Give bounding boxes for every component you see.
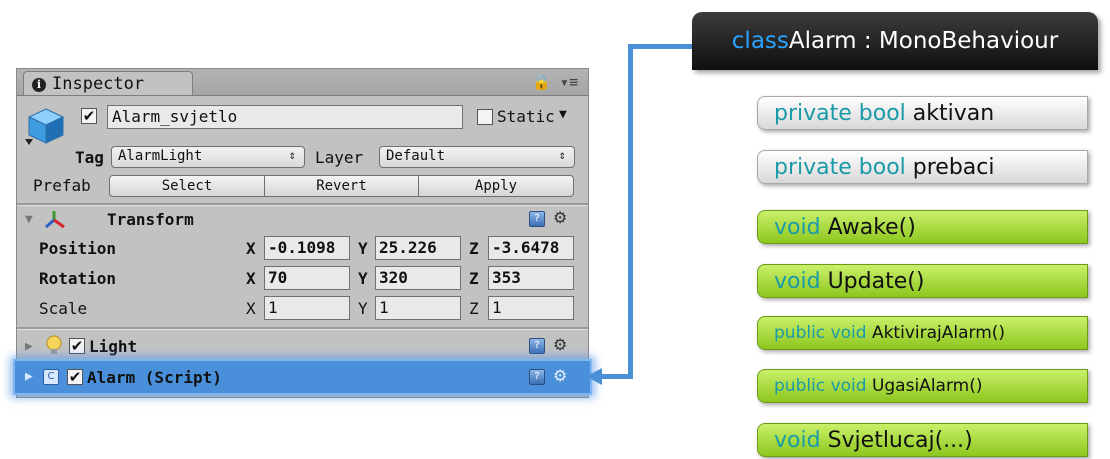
member-name: AktivirajAlarm(): [871, 323, 1006, 343]
gear-icon[interactable]: ⚙: [553, 335, 567, 354]
foldout-collapsed-icon[interactable]: ▶: [25, 369, 33, 384]
rotation-label: Rotation: [39, 269, 117, 288]
tag-label: Tag: [75, 148, 104, 167]
position-z-field[interactable]: -3.6478: [488, 236, 574, 260]
connector-bottom-segment: [598, 374, 633, 379]
info-icon: i: [32, 78, 46, 92]
member-awake: void Awake(): [757, 210, 1088, 244]
scale-y-field[interactable]: 1: [375, 296, 461, 320]
scale-label: Scale: [39, 299, 88, 318]
foldout-collapsed-icon[interactable]: ▶: [25, 339, 33, 354]
help-book-icon[interactable]: ?: [529, 338, 545, 354]
member-keyword: public: [774, 376, 831, 396]
member-type: void: [774, 214, 828, 240]
chevron-updown-icon: ⇕: [288, 148, 296, 162]
tag-value: AlarmLight: [118, 148, 203, 164]
script-component-title: Alarm (Script): [87, 368, 222, 387]
connector-vertical-segment: [628, 44, 633, 379]
tag-dropdown[interactable]: AlarmLight ⇕: [111, 146, 305, 168]
object-name-field[interactable]: Alarm_svjetlo: [107, 105, 463, 129]
static-dropdown-icon[interactable]: ▼: [559, 107, 567, 122]
y-axis-label: Y: [358, 239, 368, 258]
class-name: Alarm : MonoBehaviour: [788, 28, 1059, 54]
member-name: prebaci: [912, 154, 995, 180]
member-svjetlucaj: void Svjetlucaj(...): [757, 423, 1088, 457]
member-type: void: [774, 427, 828, 453]
position-label: Position: [39, 239, 117, 258]
prefab-select-button[interactable]: Select: [109, 175, 265, 197]
inspector-tabbar: i Inspector 🔒 ▾≡: [17, 69, 588, 96]
prefab-apply-button[interactable]: Apply: [418, 175, 574, 197]
layer-value: Default: [386, 148, 446, 164]
position-y-field[interactable]: 25.226: [375, 236, 461, 260]
transform-title: Transform: [107, 210, 194, 229]
prefab-revert-button[interactable]: Revert: [264, 175, 419, 197]
member-update: void Update(): [757, 264, 1088, 298]
member-keyword: public: [774, 323, 831, 343]
help-book-icon[interactable]: ?: [529, 369, 545, 385]
divider: [17, 327, 588, 330]
script-icon: C: [43, 369, 59, 385]
light-component-title: Light: [89, 337, 138, 356]
connector-top-segment: [628, 44, 692, 49]
member-name: Svjetlucaj(...): [827, 427, 973, 453]
script-enabled-checkbox[interactable]: ✔: [67, 369, 83, 385]
member-name: Awake(): [827, 214, 916, 240]
gameobject-cube-icon: [25, 108, 65, 145]
light-bulb-icon: [46, 335, 62, 354]
member-keyword: private: [774, 154, 859, 180]
member-type: bool: [858, 154, 913, 180]
scale-x-field[interactable]: 1: [264, 296, 350, 320]
y-axis-label: Y: [358, 269, 368, 288]
divider: [17, 203, 588, 206]
x-axis-label: X: [246, 299, 256, 318]
x-axis-label: X: [246, 269, 256, 288]
lock-menu-icon[interactable]: 🔒 ▾≡: [532, 73, 578, 91]
z-axis-label: Z: [469, 269, 479, 288]
rotation-z-field[interactable]: 353: [488, 266, 574, 290]
member-aktivirajalarm: public void AktivirajAlarm(): [757, 316, 1088, 350]
class-keyword: class: [731, 28, 789, 54]
member-keyword: private: [774, 100, 859, 126]
layer-dropdown[interactable]: Default ⇕: [379, 146, 575, 168]
gear-icon[interactable]: ⚙: [553, 208, 567, 227]
z-axis-label: Z: [469, 299, 479, 318]
member-type: void: [774, 268, 828, 294]
member-type: void: [830, 376, 872, 396]
class-header: class Alarm : MonoBehaviour: [692, 12, 1098, 70]
static-checkbox[interactable]: [477, 109, 493, 125]
static-label: Static: [497, 107, 555, 126]
member-name: Update(): [827, 268, 925, 294]
prefab-label: Prefab: [33, 176, 91, 195]
member-ugasialarm: public void UgasiAlarm(): [757, 369, 1088, 403]
connector-arrowhead-icon: [586, 368, 602, 385]
inspector-panel: i Inspector 🔒 ▾≡ ✔ Alarm_svjetlo Static ▼…: [13, 68, 592, 398]
foldout-expanded-icon[interactable]: ▼: [25, 212, 33, 227]
member-name: aktivan: [912, 100, 995, 126]
rotation-x-field[interactable]: 70: [264, 266, 350, 290]
position-x-field[interactable]: -0.1098: [264, 236, 350, 260]
chevron-updown-icon: ⇕: [558, 148, 566, 162]
active-checkbox[interactable]: ✔: [81, 108, 97, 124]
inspector-tab-label: Inspector: [52, 74, 145, 94]
layer-label: Layer: [315, 148, 364, 167]
member-aktivan: private bool aktivan: [757, 96, 1088, 130]
scale-z-field[interactable]: 1: [488, 296, 574, 320]
member-type: void: [830, 323, 872, 343]
y-axis-label: Y: [358, 299, 368, 318]
gear-icon[interactable]: ⚙: [553, 366, 567, 385]
member-prebaci: private bool prebaci: [757, 150, 1088, 184]
alarm-script-component-row[interactable]: ▶ C ✔ Alarm (Script) ? ⚙: [13, 359, 592, 395]
transform-axes-icon: [45, 211, 65, 229]
inspector-tab[interactable]: i Inspector: [23, 71, 193, 95]
member-type: bool: [858, 100, 913, 126]
z-axis-label: Z: [469, 239, 479, 258]
help-book-icon[interactable]: ?: [529, 211, 545, 227]
x-axis-label: X: [246, 239, 256, 258]
rotation-y-field[interactable]: 320: [375, 266, 461, 290]
member-name: UgasiAlarm(): [871, 376, 983, 396]
light-enabled-checkbox[interactable]: ✔: [69, 338, 85, 354]
